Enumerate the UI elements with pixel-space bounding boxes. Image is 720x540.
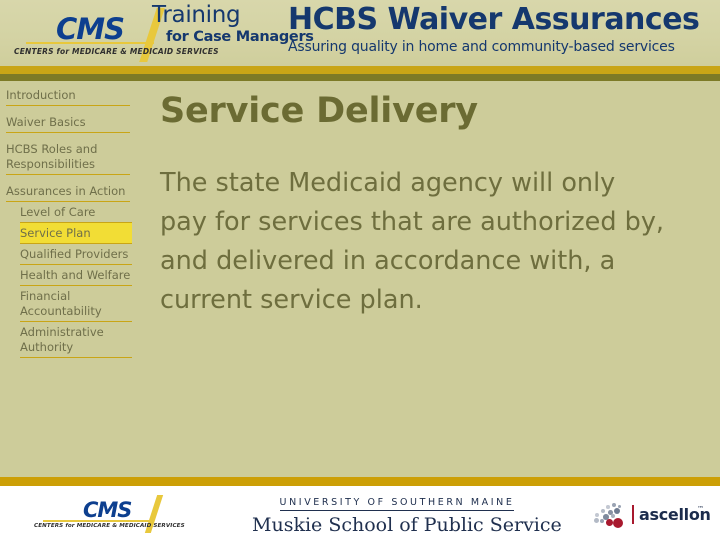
usm-school-name: Muskie School of Public Service: [252, 514, 562, 536]
usm-muskie-logo: UNIVERSITY OF SOUTHERN MAINE Muskie Scho…: [252, 490, 562, 538]
footer-gold-divider: [0, 477, 720, 486]
sidebar-item-waiver-basics[interactable]: Waiver Basics: [6, 112, 130, 133]
ascellon-dot: [606, 519, 613, 526]
course-navigation-sidebar: Introduction Waiver Basics HCBS Roles and …: [0, 81, 148, 466]
sidebar-item-service-plan[interactable]: Service Plan: [20, 223, 132, 244]
slide-header: CMS CENTERS for MEDICARE & MEDICAID SERV…: [0, 0, 720, 66]
slide-content: Service Delivery The state Medicaid agen…: [160, 90, 705, 320]
course-banner: HCBS Waiver Assurances Assuring quality …: [288, 2, 700, 57]
slide: CMS CENTERS for MEDICARE & MEDICAID SERV…: [0, 0, 720, 540]
ascellon-dot: [600, 519, 605, 524]
sidebar-item-financial-accountability[interactable]: Financial Accountability: [20, 286, 132, 322]
ascellon-logo: ascellon ™: [592, 503, 711, 529]
ascellon-divider-icon: [632, 505, 634, 524]
sidebar-item-administrative-authority[interactable]: Administrative Authority: [20, 322, 132, 358]
ascellon-dot: [595, 513, 600, 518]
ascellon-dot: [606, 505, 610, 509]
course-subtitle: Assuring quality in home and community-b…: [288, 39, 675, 55]
cms-wordmark: CMS: [56, 12, 125, 46]
ascellon-dot: [611, 514, 615, 518]
page-title: Service Delivery: [160, 91, 478, 131]
sidebar-item-assurances-in-action[interactable]: Assurances in Action: [6, 181, 130, 202]
cms-subtext: CENTERS for MEDICARE & MEDICAID SERVICES: [34, 523, 185, 529]
sidebar-item-qualified-providers[interactable]: Qualified Providers: [20, 244, 132, 265]
cms-underline-rule: [26, 42, 154, 44]
body-text: The state Medicaid agency will only pay …: [160, 168, 665, 315]
header-olive-divider: [0, 74, 720, 81]
ascellon-dot: [614, 508, 620, 514]
course-title: HCBS Waiver Assurances: [288, 2, 700, 37]
ascellon-dot: [612, 503, 617, 508]
sidebar-item-introduction[interactable]: Introduction: [6, 85, 130, 106]
cms-wordmark: CMS: [83, 498, 132, 522]
ascellon-dot: [601, 509, 605, 513]
sidebar-item-health-and-welfare[interactable]: Health and Welfare: [20, 265, 132, 286]
ascellon-dot: [613, 518, 624, 529]
usm-university-name: UNIVERSITY OF SOUTHERN MAINE: [279, 497, 515, 511]
header-gold-divider: [0, 66, 720, 74]
sidebar-item-hcbs-roles-and-responsibilities[interactable]: HCBS Roles and Responsibilities: [6, 139, 130, 175]
ascellon-trademark-symbol: ™: [697, 505, 704, 513]
sidebar-item-level-of-care[interactable]: Level of Care: [20, 202, 132, 223]
cms-underline-rule: [43, 520, 151, 522]
ascellon-dots-icon: [592, 503, 628, 529]
ascellon-dot: [594, 518, 600, 524]
cms-logo-footer: CMS CENTERS for MEDICARE & MEDICAID SERV…: [28, 494, 188, 534]
cms-subtext: CENTERS for MEDICARE & MEDICAID SERVICES: [14, 47, 219, 56]
